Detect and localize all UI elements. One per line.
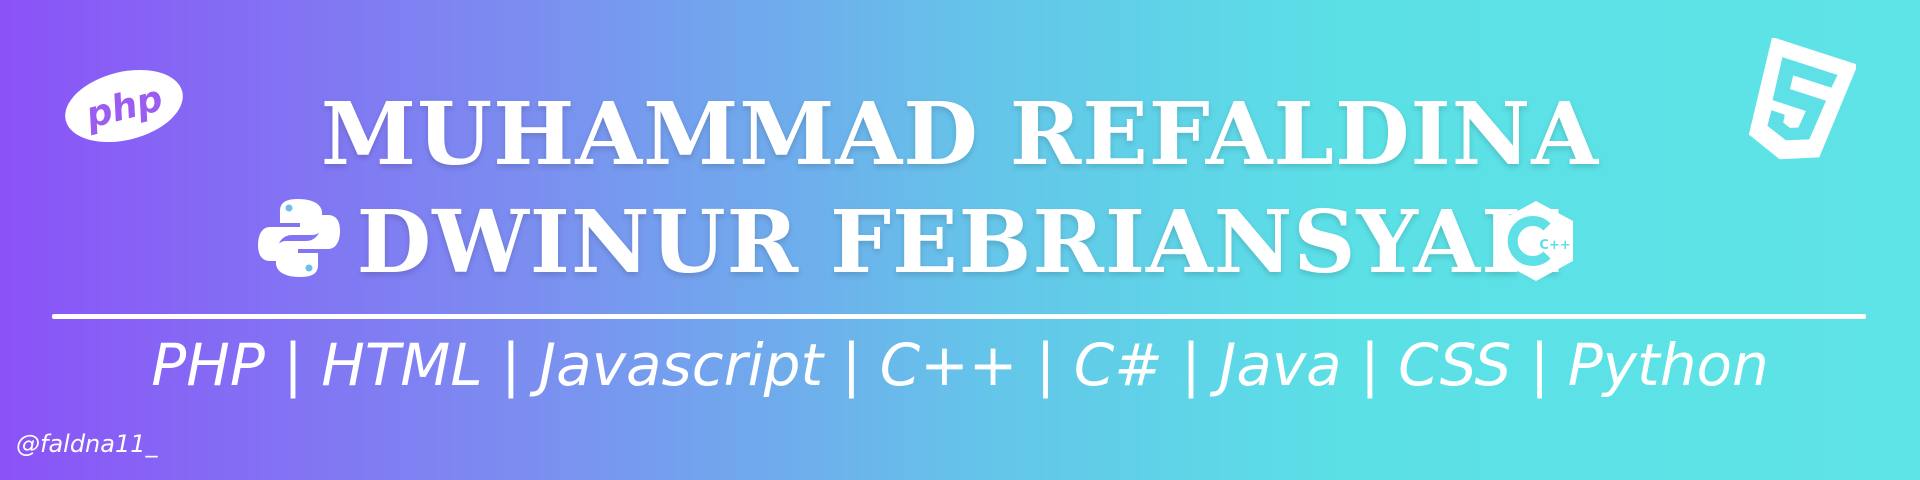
html5-icon: [1748, 38, 1856, 160]
social-handle: @faldna11_: [16, 430, 158, 458]
name-line-2: DWINUR FEBRIANSYAH: [356, 192, 1564, 293]
profile-banner: php MUHAMMAD REFALDINA DWINUR FEBRIANSYA…: [0, 0, 1920, 480]
language-list: PHP | HTML | Javascript | C++ | C# | Jav…: [151, 331, 1769, 399]
cpp-icon: C++: [1499, 201, 1573, 281]
name-line-1: MUHAMMAD REFALDINA: [320, 84, 1600, 185]
divider-line: [52, 314, 1866, 319]
cpp-logo-text: C++: [1539, 238, 1570, 253]
